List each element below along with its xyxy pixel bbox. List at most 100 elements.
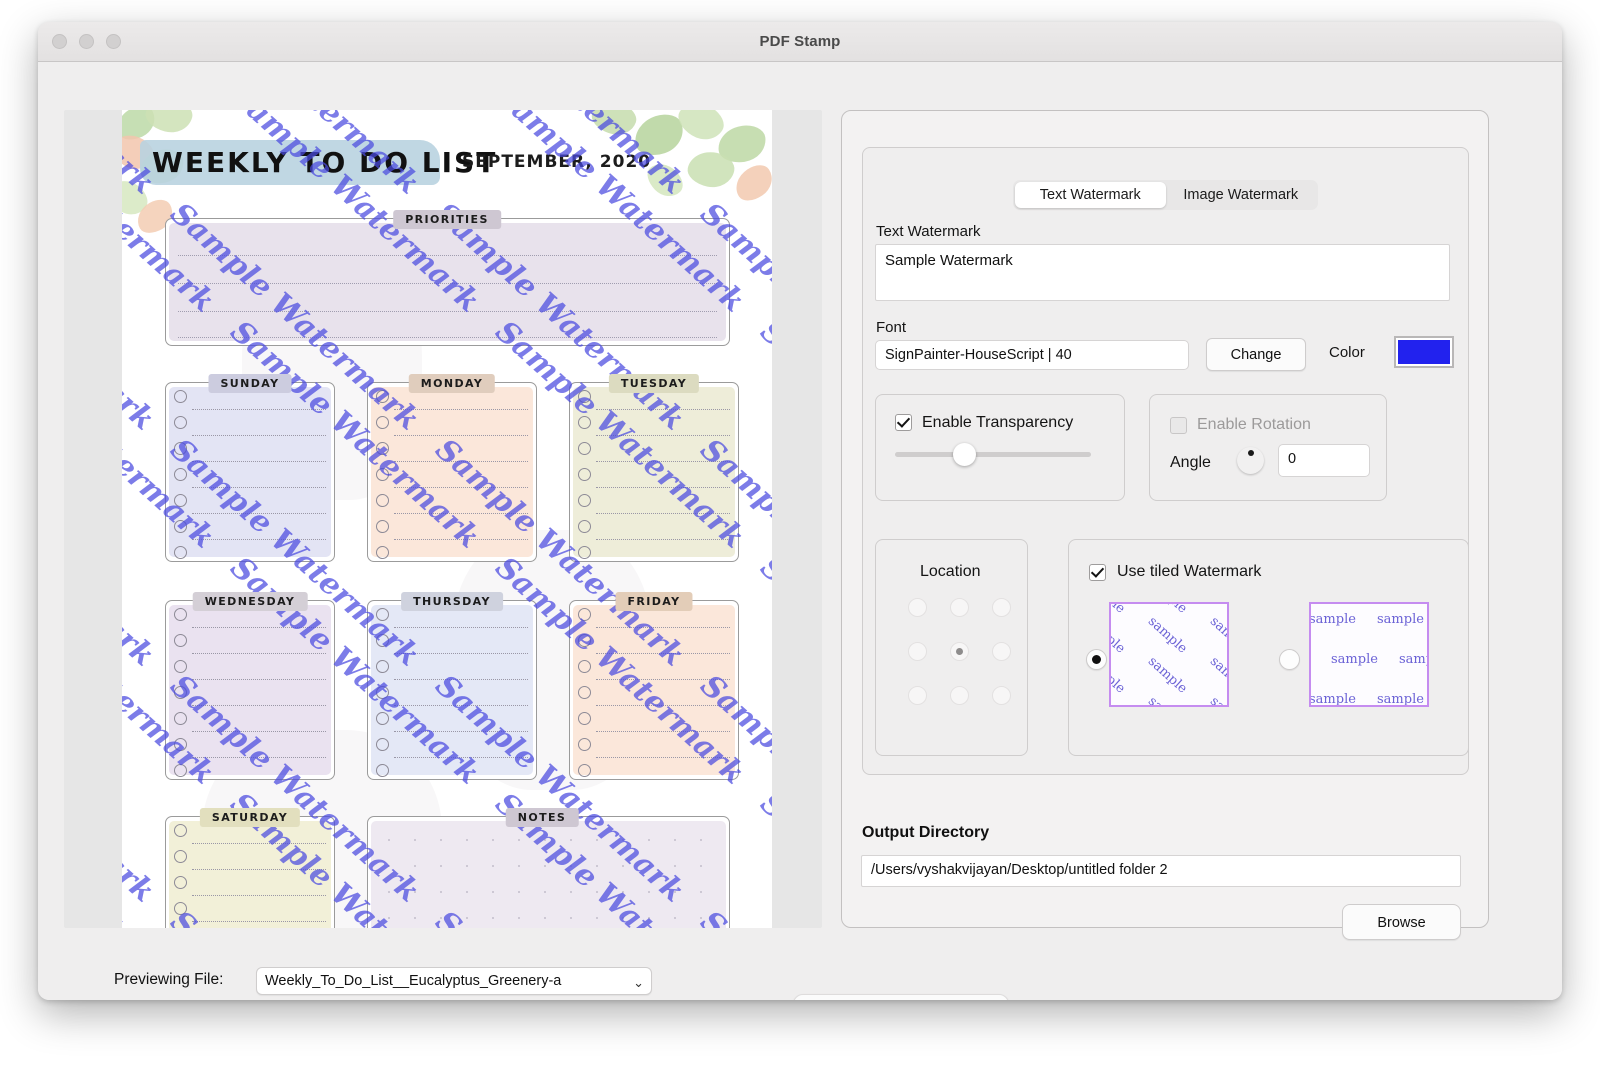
tab-image-watermark[interactable]: Image Watermark	[1166, 182, 1317, 208]
todo-row	[374, 763, 530, 779]
todo-row	[374, 659, 530, 685]
eucalyptus-leaf-icon	[587, 110, 641, 141]
todo-row	[374, 519, 530, 545]
text-watermark-label: Text Watermark	[876, 223, 981, 240]
todo-row	[374, 737, 530, 763]
todo-row	[374, 415, 530, 441]
location-radio-bottom-right[interactable]	[992, 686, 1011, 705]
pdf-page: WEEKLY TO DO LIST SEPTEMBER, 2020 PRIORI…	[122, 110, 772, 928]
previewing-file-label: Previewing File:	[114, 971, 224, 988]
transparency-slider-track[interactable]	[895, 452, 1091, 457]
todo-row	[172, 441, 328, 467]
previewing-file-value: Weekly_To_Do_List__Eucalyptus_Greenery-a	[265, 973, 562, 989]
day-card-friday	[569, 600, 739, 780]
window-title: PDF Stamp	[759, 33, 841, 50]
app-window: PDF Stamp WEEKLY TO DO LIST SEPTEMBER, 2…	[38, 22, 1562, 1000]
font-value-input[interactable]: SignPainter-HouseScript | 40	[875, 340, 1189, 370]
day-card-monday	[367, 382, 537, 562]
location-radio-top-center[interactable]	[950, 598, 969, 617]
todo-row	[172, 737, 328, 763]
todo-row	[172, 763, 328, 779]
location-radio-middle-right[interactable]	[992, 642, 1011, 661]
previewing-file-select[interactable]: Weekly_To_Do_List__Eucalyptus_Greenery-a…	[256, 967, 652, 995]
location-radio-top-left[interactable]	[908, 598, 927, 617]
todo-row	[576, 545, 732, 561]
diagonal-tile-radio[interactable]	[1086, 649, 1107, 670]
angle-label: Angle	[1170, 454, 1211, 471]
watermark-text: Sample Watermark	[753, 786, 772, 928]
day-tab-label-saturday: SATURDAY	[199, 808, 301, 827]
tile-sample-text: sample	[1207, 694, 1227, 705]
angle-dial[interactable]	[1237, 447, 1264, 474]
tab-text-watermark[interactable]: Text Watermark	[1015, 182, 1166, 208]
horizontal-tile-preview[interactable]: sample sample sample sample sample sample samp…	[1309, 602, 1429, 707]
todo-row	[576, 711, 732, 737]
diagonal-tile-preview[interactable]: samplesamplesamplesamplesamplesamplesamp…	[1109, 602, 1229, 707]
todo-row	[172, 467, 328, 493]
use-tiled-watermark-checkbox[interactable]	[1089, 564, 1106, 581]
pdf-preview-pane[interactable]: WEEKLY TO DO LIST SEPTEMBER, 2020 PRIORI…	[64, 110, 822, 928]
day-card-tuesday	[569, 382, 739, 562]
day-tab-label-sunday: SUNDAY	[208, 374, 292, 393]
pdf-title: WEEKLY TO DO LIST	[152, 146, 498, 179]
todo-row	[374, 711, 530, 737]
todo-row	[172, 545, 328, 561]
color-swatch-fill	[1398, 340, 1450, 364]
todo-row	[576, 493, 732, 519]
location-radio-bottom-left[interactable]	[908, 686, 927, 705]
watermark-type-tabs[interactable]: Text Watermark Image Watermark	[1013, 180, 1318, 210]
day-tab-label-thursday: THURSDAY	[401, 592, 503, 611]
enable-transparency-checkbox[interactable]	[895, 414, 912, 431]
todo-row	[172, 711, 328, 737]
angle-input[interactable]: 0	[1278, 444, 1370, 477]
eucalyptus-leaf-icon	[142, 110, 196, 138]
watermark-text: Sample Watermark	[122, 668, 162, 910]
tile-sample-text: sample	[1309, 692, 1356, 707]
todo-row	[576, 633, 732, 659]
location-radio-middle-center[interactable]	[950, 642, 969, 661]
pdf-month: SEPTEMBER, 2020	[462, 152, 652, 172]
priorities-card	[165, 218, 730, 346]
todo-row	[172, 659, 328, 685]
window-titlebar: PDF Stamp	[38, 22, 1562, 62]
todo-row	[374, 467, 530, 493]
text-watermark-input[interactable]: Sample Watermark	[875, 244, 1450, 301]
change-font-button[interactable]: Change	[1206, 338, 1306, 371]
tile-sample-text: sample	[1206, 654, 1229, 697]
window-body: WEEKLY TO DO LIST SEPTEMBER, 2020 PRIORI…	[38, 62, 1562, 1000]
todo-row	[172, 901, 328, 927]
output-directory-label: Output Directory	[862, 824, 990, 841]
location-radio-middle-left[interactable]	[908, 642, 927, 661]
todo-row	[374, 633, 530, 659]
color-swatch-button[interactable]	[1394, 336, 1454, 368]
tile-sample-text: sample	[1145, 694, 1190, 705]
font-label: Font	[876, 319, 907, 336]
todo-row	[172, 849, 328, 875]
transparency-group	[875, 394, 1125, 501]
notes-tab-label: NOTES	[505, 808, 579, 827]
notes-card	[367, 816, 730, 928]
day-card-wednesday	[165, 600, 335, 780]
tile-sample-text: sample	[1145, 604, 1190, 617]
location-radio-bottom-center[interactable]	[950, 686, 969, 705]
todo-row	[576, 441, 732, 467]
todo-row	[374, 685, 530, 711]
todo-row	[576, 737, 732, 763]
day-tab-label-wednesday: WEDNESDAY	[192, 592, 308, 611]
output-directory-input[interactable]: /Users/vyshakvijayan/Desktop/untitled fo…	[861, 855, 1461, 887]
tile-sample-text: sample	[1206, 614, 1229, 657]
enable-rotation-checkbox[interactable]	[1170, 417, 1187, 434]
browse-button[interactable]: Browse	[1342, 904, 1461, 940]
todo-row	[374, 493, 530, 519]
location-radio-top-right[interactable]	[992, 598, 1011, 617]
watermark-pdfs-button[interactable]: Watermark PDFs	[793, 994, 1009, 1000]
tile-sample-text: sample	[1109, 654, 1128, 697]
transparency-slider-knob[interactable]	[953, 443, 976, 466]
horizontal-tile-radio[interactable]	[1279, 649, 1300, 670]
todo-row	[576, 519, 732, 545]
tile-sample-text: sample	[1144, 654, 1190, 697]
todo-row	[172, 927, 328, 928]
tile-sample-text: sample	[1309, 612, 1356, 627]
watermark-text: Sample Watermark	[753, 314, 772, 555]
todo-row	[576, 415, 732, 441]
